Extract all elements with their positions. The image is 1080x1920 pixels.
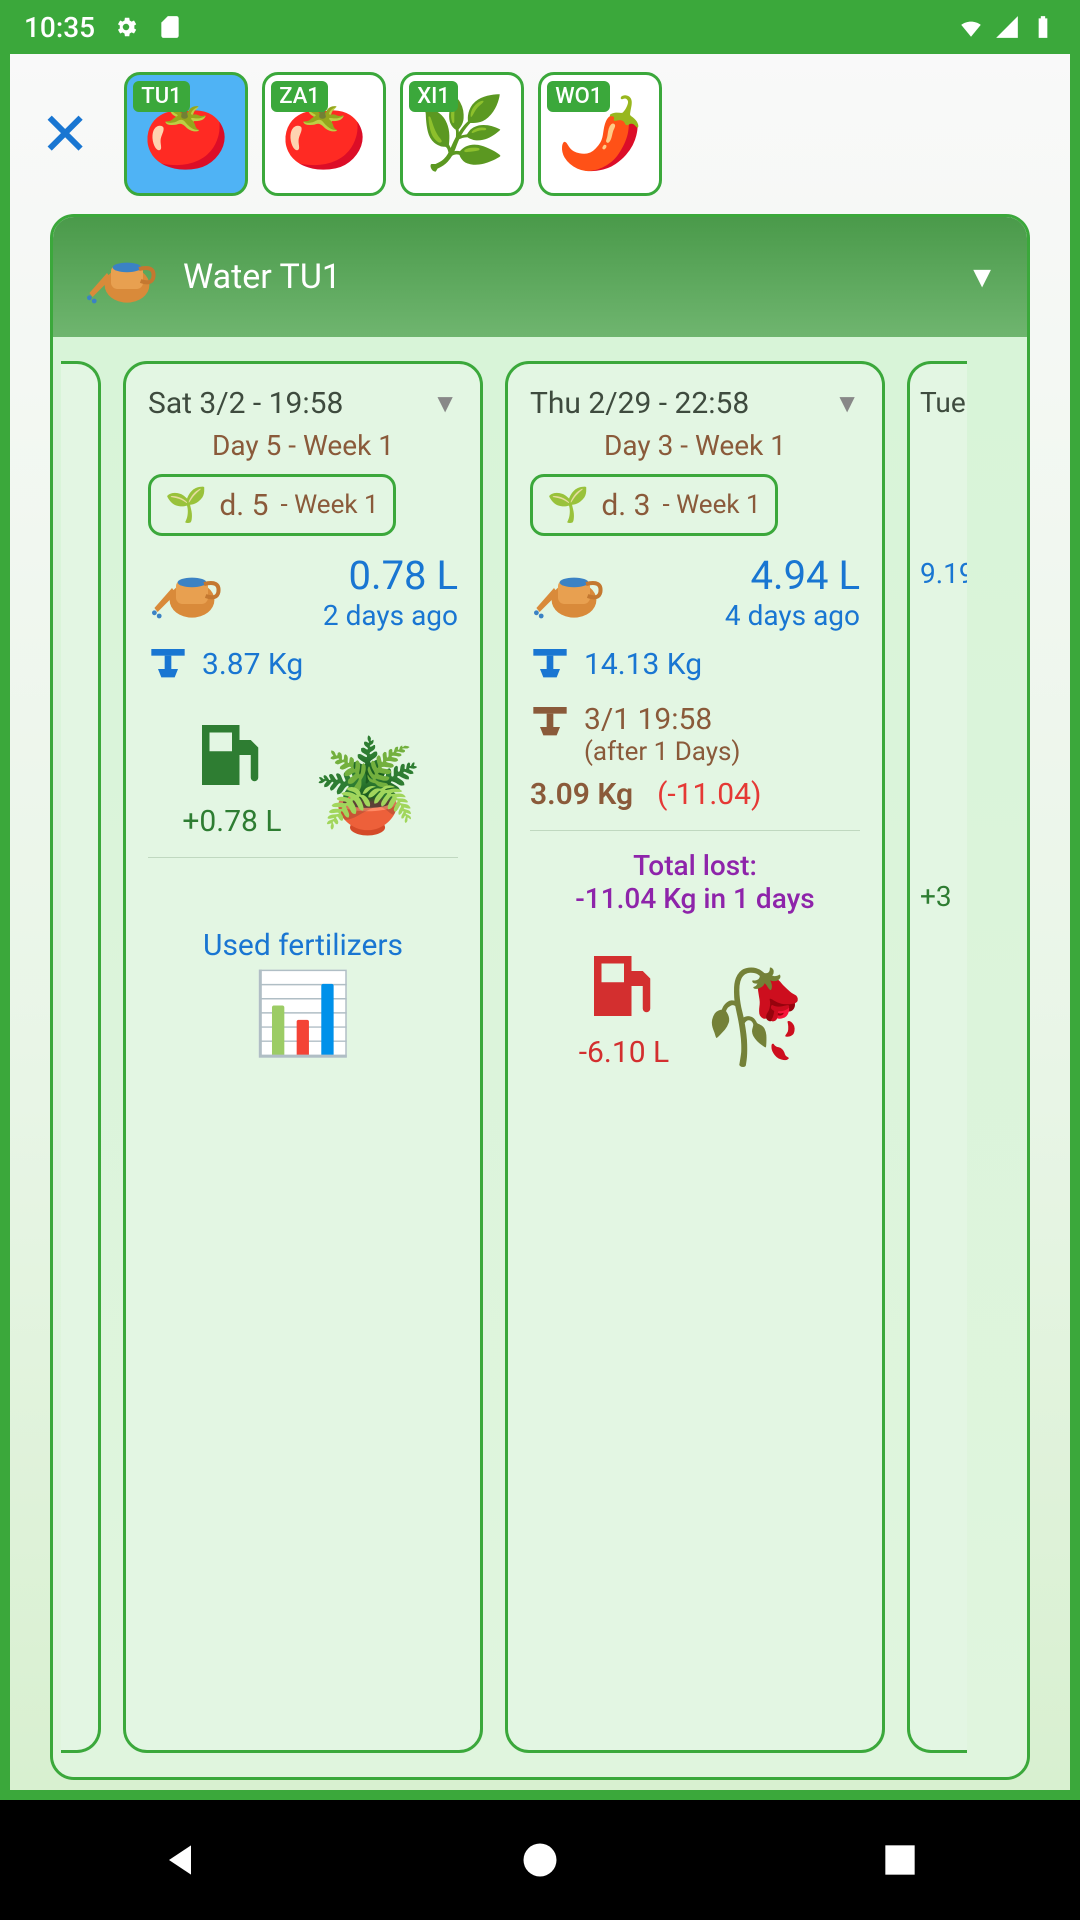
- water-card-2[interactable]: Thu 2/29 - 22:58 ▼ Day 3 - Week 1 🌱 d. 3…: [505, 361, 885, 1753]
- watering-can-icon: [148, 552, 228, 632]
- scale-icon-brown: [530, 702, 570, 742]
- sprout-box: 🌱 d. 5 - Week 1: [148, 474, 396, 536]
- fuel-pump-icon: [187, 710, 277, 800]
- scale-weight: 14.13 Kg: [584, 647, 702, 682]
- settings-icon: [113, 14, 139, 40]
- sprout-icon: 🌱: [547, 485, 589, 525]
- plant-tab-label: XI1: [409, 81, 458, 112]
- recent-icon[interactable]: [878, 1838, 922, 1882]
- card-dayweek: Day 5 - Week 1: [148, 429, 458, 462]
- plant-tab-wo1[interactable]: WO1 🌶️: [538, 72, 662, 196]
- water-row: 4.94 L 4 days ago: [530, 552, 860, 632]
- sd-card-icon: [157, 14, 183, 40]
- signal-icon: [994, 14, 1020, 40]
- scale-icon: [148, 644, 188, 684]
- peek-plus: +3: [920, 880, 967, 913]
- fuel-pot-row: -6.10 L 🥀: [530, 941, 860, 1070]
- used-fertilizers-label[interactable]: Used fertilizers: [148, 928, 458, 963]
- plant-tab-za1[interactable]: ZA1 🍅: [262, 72, 386, 196]
- water-section: Water TU1 ▼ Sat 3/2 - 19:58 ▼ Day 5 - We…: [50, 214, 1030, 1780]
- scale-row: 14.13 Kg: [530, 644, 860, 684]
- scale2-after: (after 1 Days): [584, 737, 740, 767]
- wifi-icon: [958, 14, 984, 40]
- android-nav-bar: [0, 1800, 1080, 1920]
- sprout-day: d. 5: [219, 488, 268, 523]
- watering-can-icon: [83, 237, 163, 317]
- weight-kg: 3.09 Kg: [530, 777, 633, 812]
- fuel-value: -6.10 L: [579, 1035, 669, 1070]
- water-card-1[interactable]: Sat 3/2 - 19:58 ▼ Day 5 - Week 1 🌱 d. 5 …: [123, 361, 483, 1753]
- water-row: 0.78 L 2 days ago: [148, 552, 458, 632]
- back-icon[interactable]: [158, 1838, 202, 1882]
- plant-tab-label: ZA1: [271, 81, 328, 112]
- water-liters: 4.94 L: [628, 552, 860, 599]
- card-peek-left[interactable]: [61, 361, 101, 1753]
- card-date-row[interactable]: Thu 2/29 - 22:58 ▼: [530, 386, 860, 421]
- main-content: ✕ TU1 🍅 ZA1 🍅 XI1 🌿 WO1 🌶️: [10, 54, 1070, 1790]
- sprout-week: - Week 1: [280, 490, 378, 520]
- peek-value: 9.19: [920, 557, 967, 590]
- card-date: Thu 2/29 - 22:58: [530, 386, 749, 421]
- scale-row: 3.87 Kg: [148, 644, 458, 684]
- scale-icon: [530, 644, 570, 684]
- plant-tab-xi1[interactable]: XI1 🌿: [400, 72, 524, 196]
- total-lost: Total lost: -11.04 Kg in 1 days: [530, 849, 860, 915]
- chevron-down-icon[interactable]: ▼: [834, 388, 860, 419]
- card-dayweek: Day 3 - Week 1: [530, 429, 860, 462]
- fertilizer-chart-icon[interactable]: 📊: [148, 967, 458, 1061]
- cards-container[interactable]: Sat 3/2 - 19:58 ▼ Day 5 - Week 1 🌱 d. 5 …: [53, 337, 1027, 1777]
- card-date-row[interactable]: Sat 3/2 - 19:58 ▼: [148, 386, 458, 421]
- fuel-value: +0.78 L: [182, 804, 281, 839]
- weight-change-row: 3.09 Kg (-11.04): [530, 777, 860, 812]
- scale2-row: 3/1 19:58 (after 1 Days): [530, 702, 860, 767]
- water-liters: 0.78 L: [246, 552, 458, 599]
- close-button[interactable]: ✕: [40, 99, 90, 170]
- sprout-week: - Week 1: [662, 490, 760, 520]
- water-ago: 4 days ago: [628, 599, 860, 632]
- section-header[interactable]: Water TU1 ▼: [53, 217, 1027, 337]
- plant-tab-tu1[interactable]: TU1 🍅: [124, 72, 248, 196]
- plant-tabs-row: ✕ TU1 🍅 ZA1 🍅 XI1 🌿 WO1 🌶️: [10, 54, 1070, 214]
- scale-weight: 3.87 Kg: [202, 647, 303, 682]
- sprout-icon: 🌱: [165, 485, 207, 525]
- plant-tab-label: WO1: [547, 81, 610, 112]
- chevron-down-icon[interactable]: ▼: [967, 260, 997, 295]
- happy-plant-pot-icon: 🪴: [312, 734, 424, 839]
- peek-date: Tue: [920, 386, 966, 419]
- total-lost-value: -11.04 Kg in 1 days: [530, 882, 860, 915]
- total-lost-label: Total lost:: [530, 849, 860, 882]
- scale2-date: 3/1 19:58: [584, 702, 740, 737]
- weight-delta: (-11.04): [657, 777, 761, 812]
- plant-tab-label: TU1: [133, 81, 189, 112]
- divider: [148, 857, 458, 858]
- card-date: Sat 3/2 - 19:58: [148, 386, 343, 421]
- battery-icon: [1030, 14, 1056, 40]
- divider: [530, 830, 860, 831]
- status-bar: 10:35: [0, 0, 1080, 54]
- status-time: 10:35: [24, 11, 95, 44]
- sprout-box: 🌱 d. 3 - Week 1: [530, 474, 778, 536]
- chevron-down-icon[interactable]: ▼: [432, 388, 458, 419]
- home-icon[interactable]: [518, 1838, 562, 1882]
- watering-can-icon: [530, 552, 610, 632]
- water-ago: 2 days ago: [246, 599, 458, 632]
- fuel-pot-row: +0.78 L 🪴: [148, 710, 458, 839]
- section-title: Water TU1: [183, 257, 341, 297]
- fuel-pump-icon: [579, 941, 669, 1031]
- sad-plant-pot-icon: 🥀: [699, 965, 811, 1070]
- card-peek-right[interactable]: Tue 9.19 +3: [907, 361, 967, 1753]
- sprout-day: d. 3: [601, 488, 650, 523]
